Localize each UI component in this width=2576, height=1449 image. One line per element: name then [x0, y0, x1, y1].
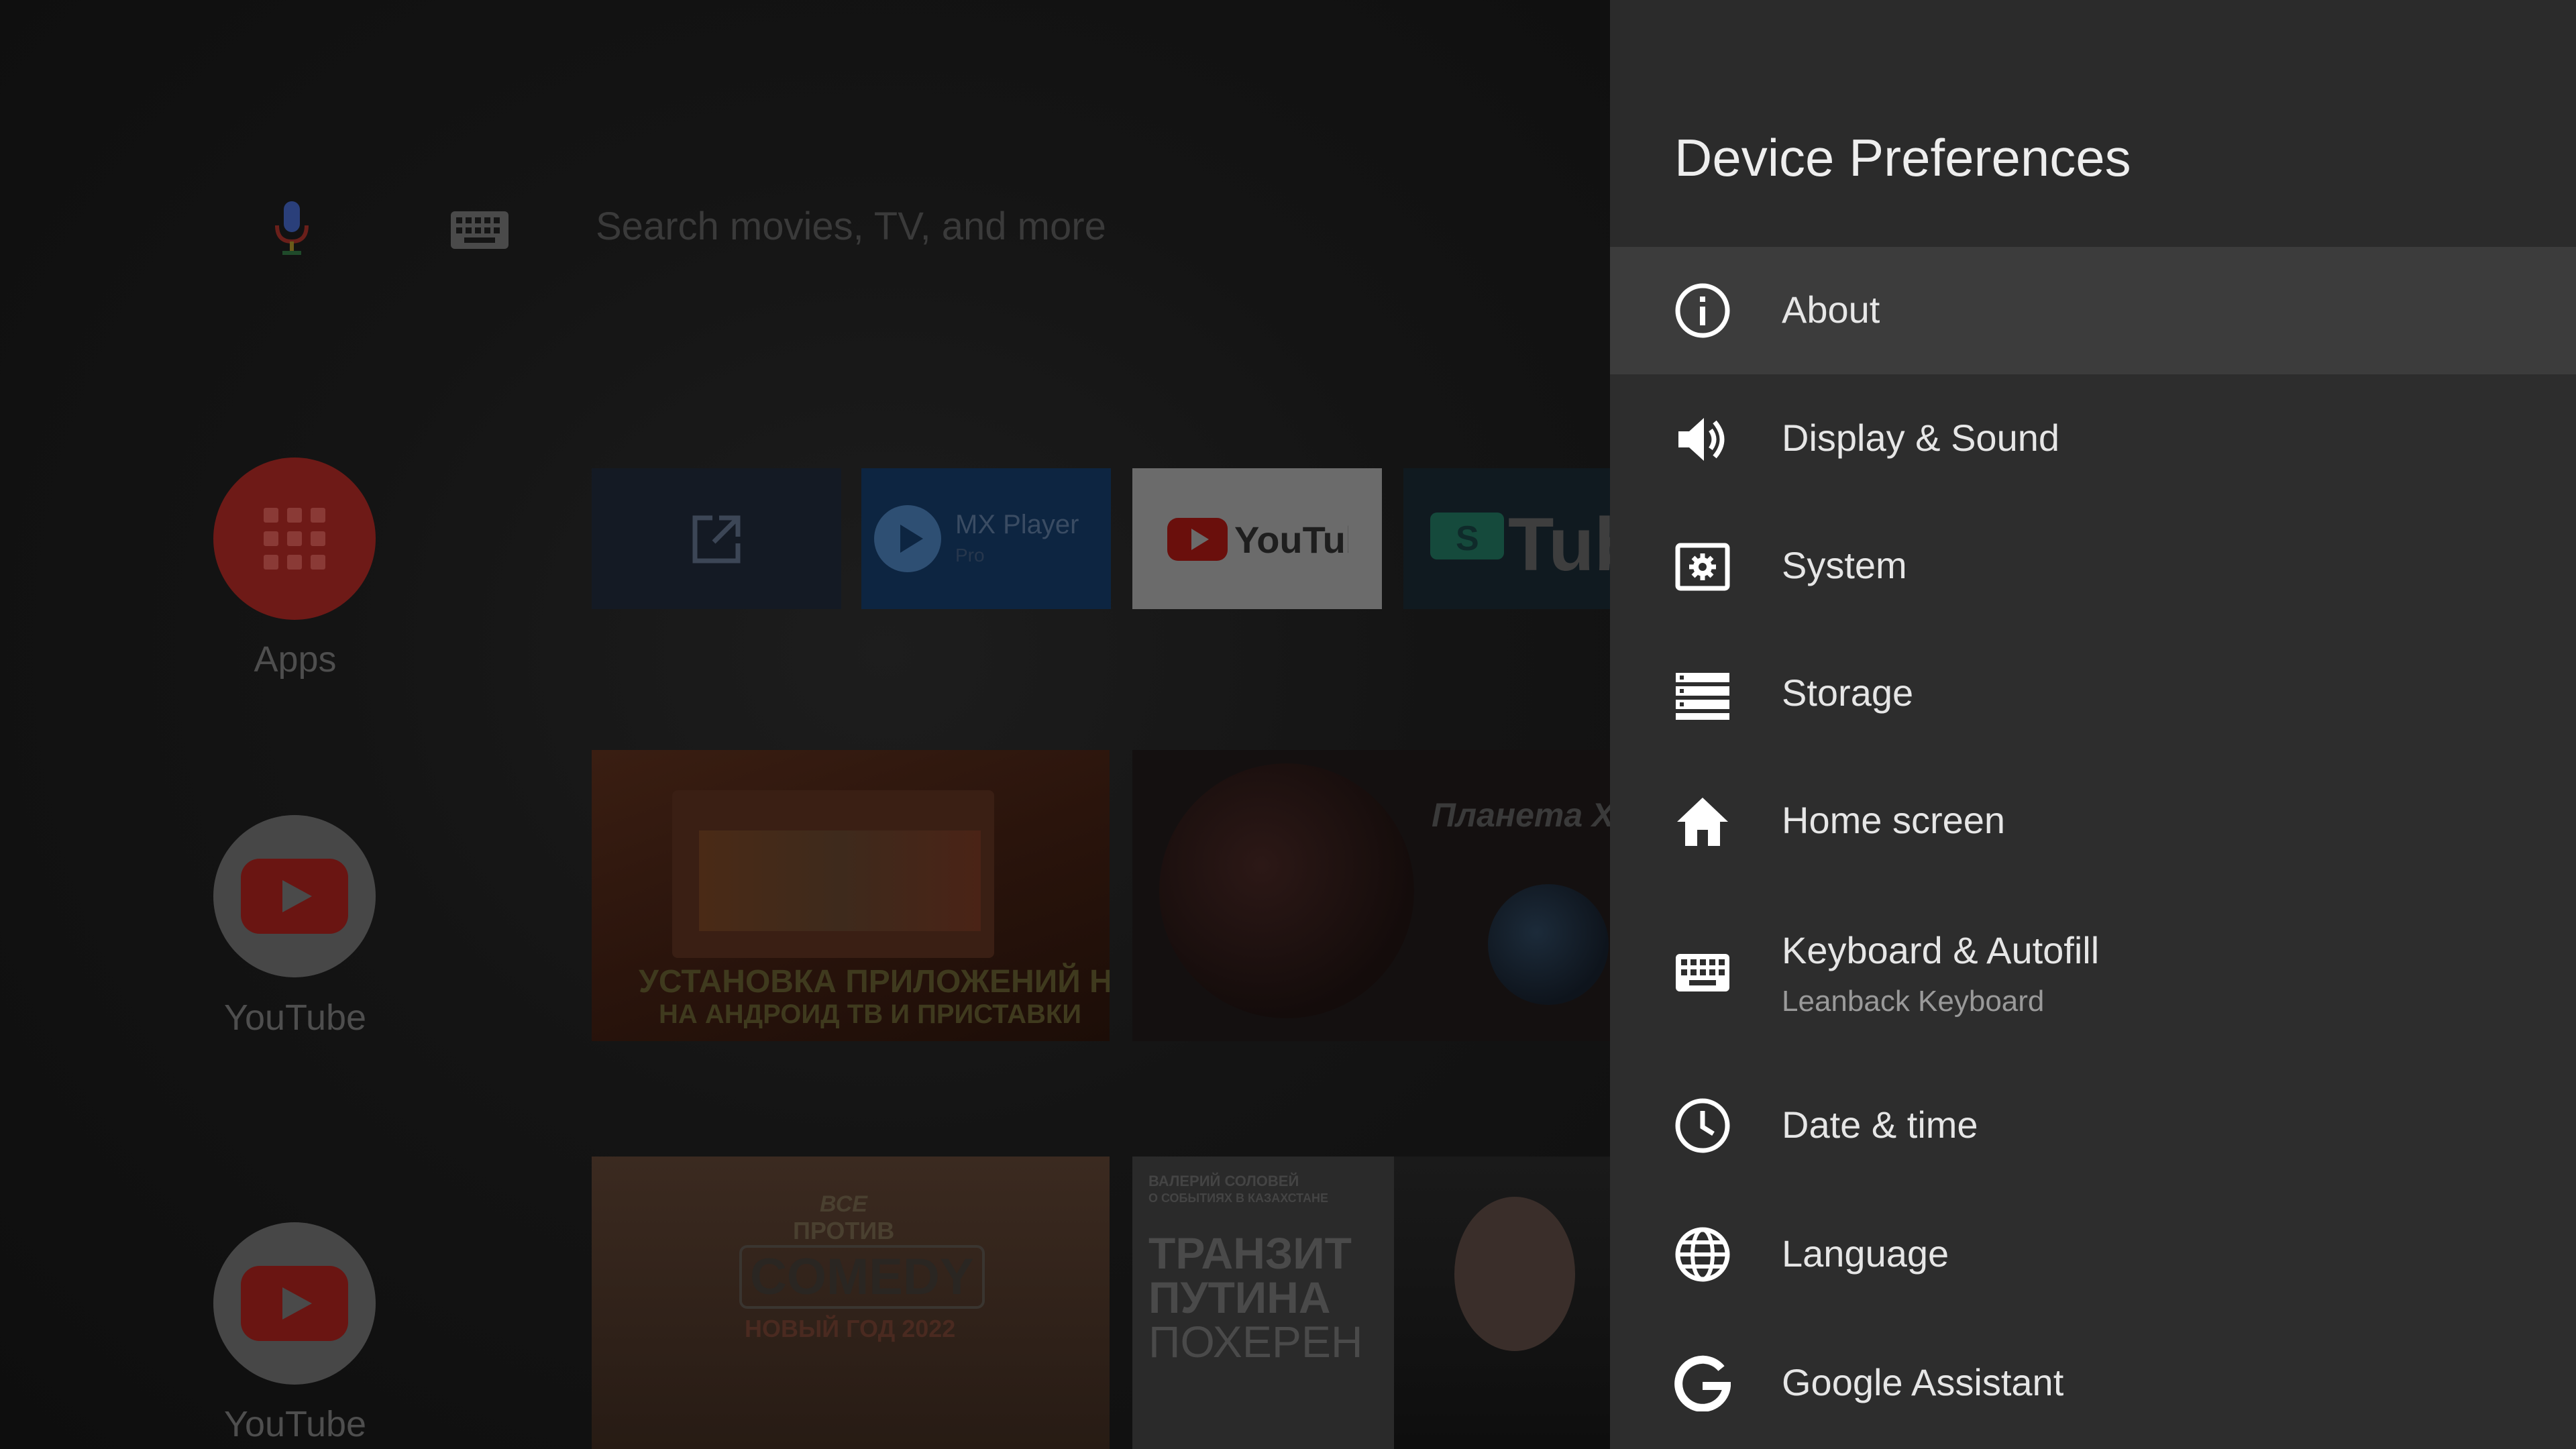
thumbnail-caption: УСТАНОВКА ПРИЛОЖЕНИЙ НА	[639, 964, 1110, 1000]
microphone-icon[interactable]	[272, 201, 312, 255]
menu-item-sublabel: Leanback Keyboard	[1782, 985, 2045, 1018]
youtube-channel-button[interactable]	[213, 1222, 376, 1385]
thumbnail-caption: ВСЕ	[820, 1191, 867, 1217]
device-preferences-panel: Device Preferences About Display & Sound	[1610, 0, 2576, 1449]
info-icon	[1675, 283, 1730, 338]
globe-icon	[1675, 1227, 1730, 1282]
app-tile-mx-player[interactable]: MX Player Pro	[861, 468, 1111, 609]
thumbnail-caption: О СОБЫТИЯХ В КАЗАХСТАНЕ	[1148, 1191, 1328, 1205]
play-circle-icon	[874, 505, 941, 572]
thumbnail-caption: ТРАНЗИТ	[1148, 1228, 1352, 1278]
app-tile-smart-youtube[interactable]: S Tub	[1403, 468, 1610, 609]
menu-item-language[interactable]: Language	[1610, 1190, 2576, 1318]
app-tile-inputs[interactable]	[592, 468, 841, 609]
open-external-icon	[692, 515, 741, 564]
menu-item-google-assistant[interactable]: Google Assistant	[1610, 1319, 2576, 1446]
menu-item-label: System	[1782, 544, 1907, 586]
youtube-play-icon	[241, 859, 348, 934]
panel-header: Device Preferences	[1610, 0, 2576, 247]
menu-item-storage[interactable]: Storage	[1610, 629, 2576, 757]
menu-item-label: Keyboard & Autofill	[1782, 929, 2100, 971]
menu-item-display-sound[interactable]: Display & Sound	[1610, 374, 2576, 502]
page-title: Device Preferences	[1674, 128, 2131, 187]
thumbnail-caption: ПОХЕРЕН	[1148, 1317, 1363, 1366]
thumbnail-caption: ПРОТИВ	[793, 1217, 895, 1244]
menu-item-label: Google Assistant	[1782, 1361, 2064, 1403]
menu-item-keyboard-autofill[interactable]: Keyboard & Autofill Leanback Keyboard	[1610, 884, 2576, 1057]
menu-item-label: Date & time	[1782, 1104, 1978, 1146]
menu-item-about[interactable]: About	[1610, 247, 2576, 374]
thumbnail-caption: ВАЛЕРИЙ СОЛОВЕЙ	[1148, 1173, 1299, 1189]
system-settings-icon	[1675, 543, 1730, 591]
smart-youtube-logo-icon: S Tub	[1430, 506, 1610, 580]
google-g-icon	[1674, 1355, 1731, 1411]
youtube-label: YouTube	[223, 1404, 367, 1444]
apps-button[interactable]	[213, 458, 376, 620]
speaker-icon	[1678, 418, 1725, 461]
menu-item-label: Storage	[1782, 672, 1914, 714]
video-thumbnail[interactable]: ВСЕ ПРОТИВ COMEDY НОВЫЙ ГОД 2022	[592, 1157, 1110, 1449]
youtube-logo-icon: YouTube	[1167, 518, 1348, 561]
video-thumbnail[interactable]: УСТАНОВКА ПРИЛОЖЕНИЙ НА НА АНДРОИД ТВ И …	[592, 750, 1110, 1041]
menu-item-label: Language	[1782, 1232, 1949, 1275]
thumbnail-caption: НА АНДРОИД ТВ И ПРИСТАВКИ	[659, 1000, 1081, 1029]
youtube-label: YouTube	[223, 998, 367, 1038]
keyboard-icon[interactable]	[451, 211, 508, 249]
clock-icon	[1675, 1098, 1730, 1153]
apps-grid-icon	[264, 508, 325, 570]
youtube-channel-button[interactable]	[213, 815, 376, 977]
menu-item-label: Home screen	[1782, 799, 2006, 841]
menu-item-home-screen[interactable]: Home screen	[1610, 757, 2576, 884]
search-input[interactable]: Search movies, TV, and more	[596, 204, 1106, 249]
home-launcher-background: Search movies, TV, and more Apps YouTube…	[0, 0, 1610, 1449]
app-tile-youtube[interactable]: YouTube	[1132, 468, 1382, 609]
keyboard-icon	[1676, 954, 1729, 991]
thumbnail-title: Планета Х	[1432, 796, 1610, 834]
svg-text:YouTube: YouTube	[1234, 519, 1348, 561]
thumbnail-caption: НОВЫЙ ГОД 2022	[745, 1315, 956, 1342]
thumbnail-caption: ПУТИНА	[1148, 1273, 1331, 1322]
apps-label: Apps	[254, 639, 337, 680]
thumbnail-caption: COMEDY	[739, 1245, 985, 1309]
svg-text:Tub: Tub	[1508, 506, 1610, 580]
menu-item-system[interactable]: System	[1610, 502, 2576, 629]
video-thumbnail[interactable]: Планета Х	[1132, 750, 1610, 1041]
storage-icon	[1676, 673, 1729, 720]
youtube-play-icon	[241, 1266, 348, 1341]
menu-item-label: About	[1782, 288, 1880, 331]
menu-item-date-time[interactable]: Date & time	[1610, 1061, 2576, 1189]
mx-player-sublabel: Pro	[955, 545, 985, 566]
menu-item-label: Display & Sound	[1782, 417, 2060, 459]
home-icon	[1677, 798, 1728, 846]
svg-text:S: S	[1456, 519, 1479, 558]
mx-player-label: MX Player	[955, 510, 1079, 539]
video-thumbnail[interactable]: ВАЛЕРИЙ СОЛОВЕЙ О СОБЫТИЯХ В КАЗАХСТАНЕ …	[1132, 1157, 1610, 1449]
